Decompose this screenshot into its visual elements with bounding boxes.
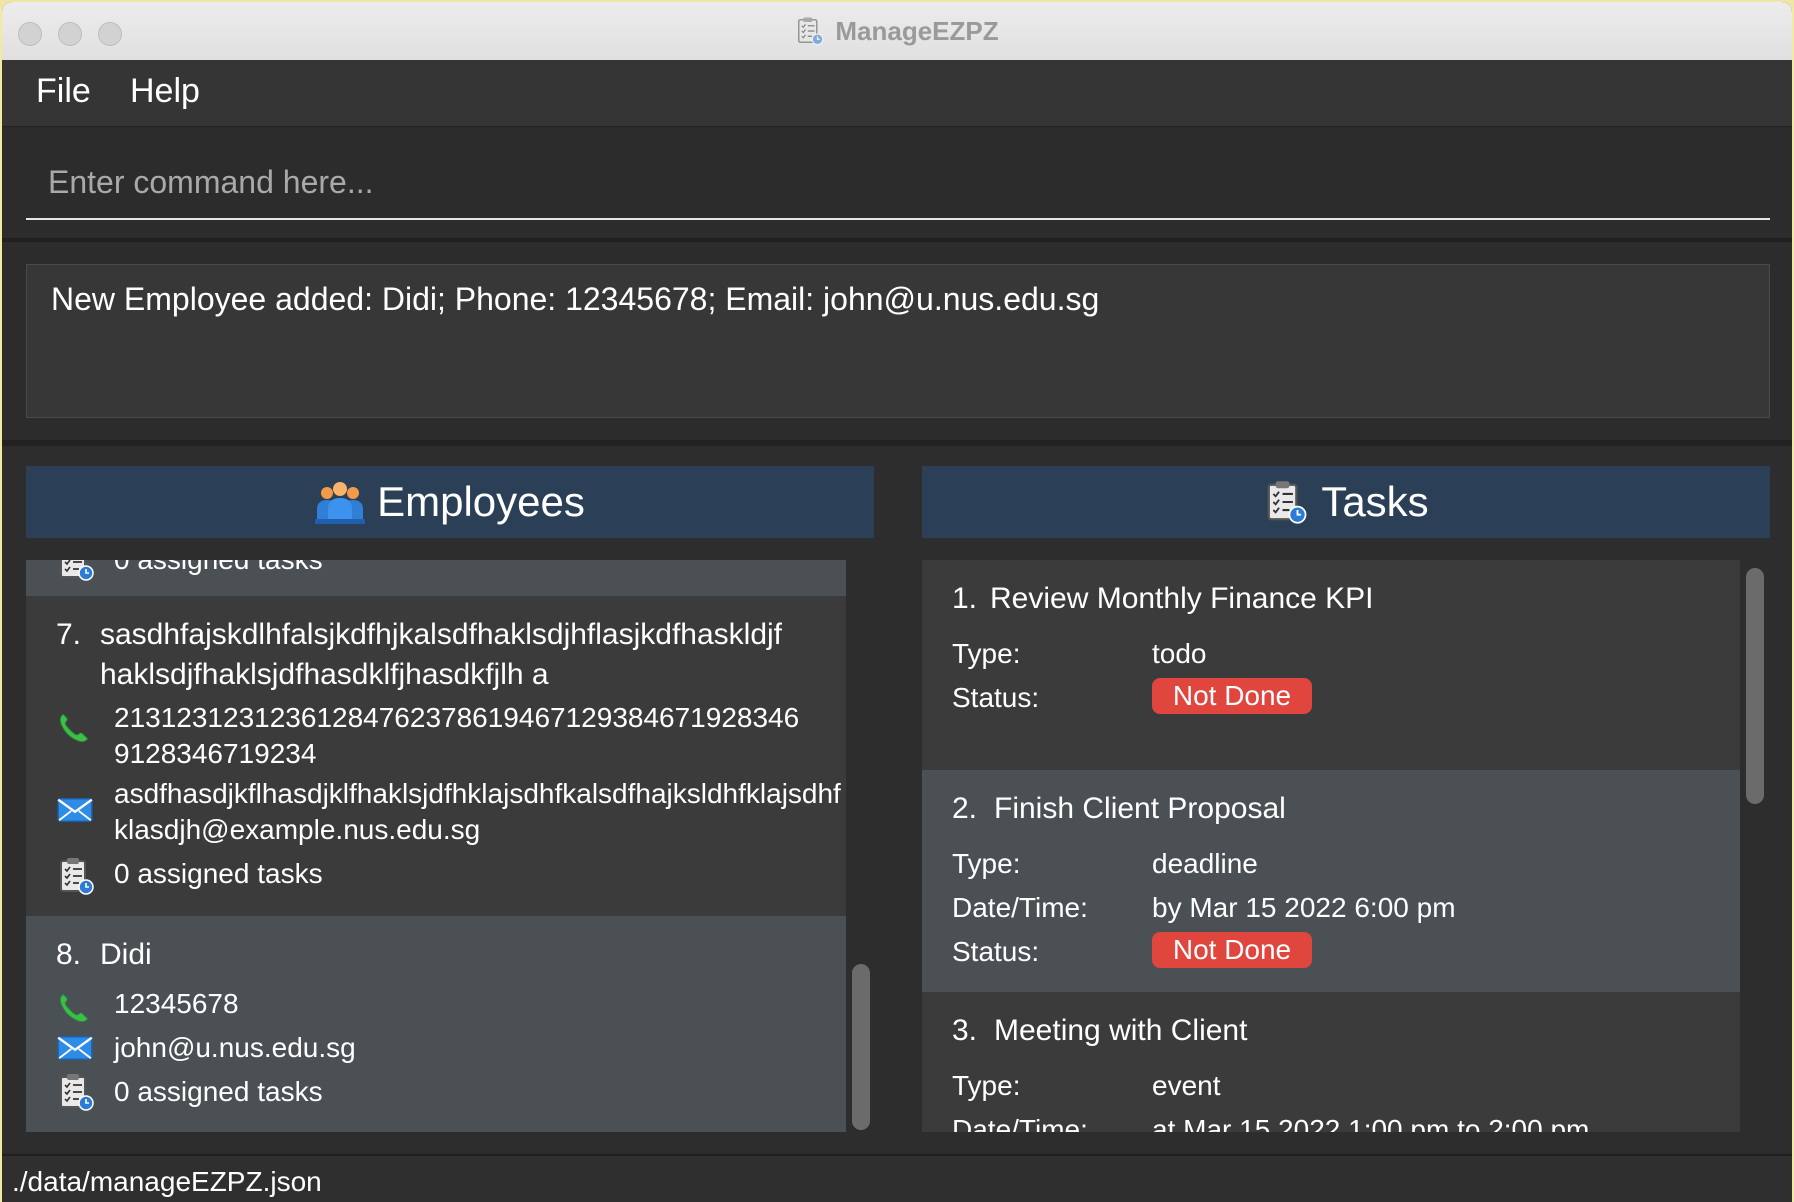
employee-phone-continued: 9128346719234 [114,738,317,769]
employee-index: 7. [56,618,82,651]
employees-header: Employees [26,466,874,538]
employee-email: john@u.nus.edu.sg [114,1032,356,1063]
task-list-icon [56,1072,96,1112]
employee-email-continued: klasdjh@example.nus.edu.sg [114,814,481,845]
task-datetime: at Mar 15 2022 1:00 pm to 2:00 pm [1152,1114,1590,1132]
task-scrollbar[interactable] [1746,560,1764,1132]
task-scrollbar-thumb[interactable] [1746,568,1764,804]
task-datetime-label: Date/Time: [952,892,1088,923]
employees-title: Employees [377,478,585,525]
employee-scrollbar-thumb[interactable] [852,964,870,1130]
task-list-icon [1263,479,1309,525]
task-status-label: Status: [952,682,1040,713]
tasks-panel: Tasks 1. Review Monthly Finance KPI Type… [902,448,1792,1152]
result-display[interactable]: New Employee added: Didi; Phone: 1234567… [26,264,1770,418]
task-name: Finish Client Proposal [994,792,1286,825]
employees-icon [315,479,365,525]
list-item[interactable]: 8. Didi 12345678 john@u.nus.edu.sg 0 ass… [26,916,846,1132]
task-list-icon [56,560,96,582]
employee-list[interactable]: 0 assigned tasks 7. sasdhfajskdlhfalsjkd… [26,560,846,1132]
employee-name: Didi [100,938,152,971]
task-index: 1. [952,582,978,615]
list-item[interactable]: 1. Review Monthly Finance KPI Type: todo… [922,560,1740,770]
command-input[interactable] [26,148,1770,216]
data-file-path: ./data/manageEZPZ.json [12,1166,322,1197]
employee-name: sasdhfajskdlhfalsjkdfhjkalsdfhaklsdjhfla… [100,618,783,651]
window-title: ManageEZPZ [835,15,999,46]
task-index: 2. [952,792,978,825]
list-item[interactable]: 2. Finish Client Proposal Type: deadline… [922,770,1740,992]
title-bar: ManageEZPZ [2,2,1792,61]
employee-scrollbar[interactable] [852,560,870,1132]
status-badge: Not Done [1152,678,1312,714]
tasks-header: Tasks [922,466,1770,538]
employees-panel: Employees 0 assigned tasks 7. sasdhfajsk… [2,448,894,1152]
employee-index: 8. [56,938,82,971]
employee-task-count: 0 assigned tasks [114,560,323,576]
menu-file[interactable]: File [32,72,95,111]
employee-phone: 12345678 [114,988,239,1019]
phone-icon [56,990,92,1026]
task-type: deadline [1152,848,1258,879]
task-datetime: by Mar 15 2022 6:00 pm [1152,892,1456,923]
task-type-label: Type: [952,848,1021,879]
app-window: ManageEZPZ File Help New Employee added:… [2,2,1792,1202]
task-name: Review Monthly Finance KPI [990,582,1374,615]
divider [2,238,1792,242]
divider [2,440,1792,446]
employee-task-count: 0 assigned tasks [114,1076,323,1107]
tasks-title: Tasks [1321,478,1429,525]
menu-bar: File Help [2,60,1792,127]
task-type-label: Type: [952,638,1021,669]
employee-task-count: 0 assigned tasks [114,858,323,889]
task-datetime-label: Date/Time: [952,1114,1088,1132]
email-icon [56,1034,94,1062]
task-type: event [1152,1070,1221,1101]
app-task-list-icon [795,16,825,46]
list-item[interactable]: 7. sasdhfajskdlhfalsjkdfhjkalsdfhaklsdjh… [26,596,846,916]
employee-phone: 2131231231236128476237861946712938467192… [114,702,800,733]
task-list-icon [56,856,96,896]
list-item[interactable]: 0 assigned tasks [26,560,846,596]
task-name: Meeting with Client [994,1014,1248,1047]
task-type: todo [1152,638,1207,669]
phone-icon [56,710,92,746]
employee-email: asdfhasdjkflhasdjklfhaklsjdfhklajsdhfkal… [114,778,841,809]
task-type-label: Type: [952,1070,1021,1101]
email-icon [56,796,94,824]
list-item[interactable]: 3. Meeting with Client Type: event Date/… [922,992,1740,1132]
status-bar: ./data/manageEZPZ.json [2,1154,1792,1202]
task-index: 3. [952,1014,978,1047]
employee-name-continued: haklsdjfhaklsjdfhasdklfjhasdkfjlh a [100,658,549,691]
result-message: New Employee added: Didi; Phone: 1234567… [51,281,1100,317]
task-list[interactable]: 1. Review Monthly Finance KPI Type: todo… [922,560,1740,1132]
command-box [26,148,1770,220]
status-badge: Not Done [1152,932,1312,968]
task-status-label: Status: [952,936,1040,967]
menu-help[interactable]: Help [126,72,204,111]
